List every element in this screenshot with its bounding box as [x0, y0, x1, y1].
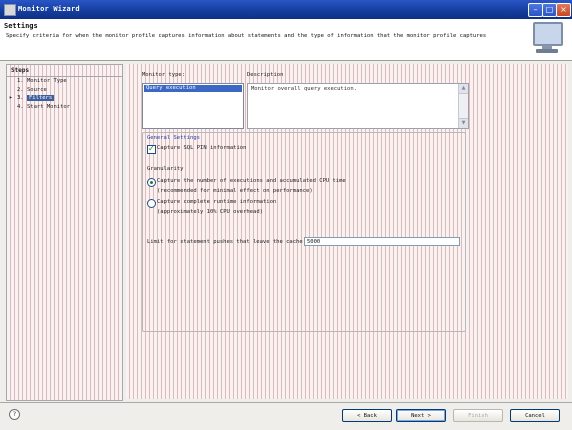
- steps-header: Steps: [7, 65, 122, 77]
- window-title: Monitor Wizard: [18, 5, 80, 13]
- step-number: 1.: [17, 78, 24, 84]
- step-item[interactable]: 4. Start Monitor: [7, 103, 122, 112]
- step-item[interactable]: ▸ 3. Filters: [7, 94, 122, 103]
- granularity-option-2-radio[interactable]: [147, 199, 156, 208]
- granularity-label: Granularity: [147, 166, 184, 172]
- granularity-option-1-label: Capture the number of executions and acc…: [157, 178, 346, 184]
- step-number: 3.: [17, 95, 24, 101]
- general-settings-group: General Settings ✓ Capture SQL PIN infor…: [142, 132, 466, 332]
- capture-sql-label: Capture SQL PIN information: [157, 145, 247, 151]
- finish-button[interactable]: Finish: [453, 409, 503, 422]
- scroll-down-icon[interactable]: ▼: [459, 118, 468, 128]
- granularity-option-2-note: (approximately 10% CPU overhead): [157, 209, 263, 215]
- step-label: Source: [27, 86, 47, 93]
- step-label: Filters: [27, 95, 55, 101]
- step-number: 2.: [17, 86, 24, 93]
- page-description: Specify criteria for when the monitor pr…: [6, 33, 487, 39]
- maximize-icon[interactable]: □: [542, 3, 557, 17]
- monitor-icon: [532, 22, 563, 56]
- step-item[interactable]: 2. Source: [7, 86, 122, 95]
- limit-label: Limit for statement pushes that leave th…: [147, 239, 303, 245]
- step-label: Start Monitor: [27, 103, 71, 110]
- step-label: Monitor Type: [27, 78, 67, 84]
- step-number: 4.: [17, 103, 24, 110]
- help-icon[interactable]: ?: [9, 409, 20, 420]
- current-step-arrow-icon: ▸: [9, 94, 13, 101]
- title-bar: Monitor Wizard – □ ×: [0, 0, 572, 20]
- limit-input[interactable]: 5000: [304, 237, 460, 246]
- checkbox-check-icon: ✓: [148, 144, 155, 153]
- capture-sql-checkbox[interactable]: ✓: [147, 144, 156, 154]
- back-button[interactable]: < Back: [342, 409, 392, 422]
- general-settings-title: General Settings: [147, 135, 200, 141]
- wizard-header: Settings Specify criteria for when the m…: [0, 19, 572, 61]
- granularity-option-1-note: (recommended for minimal effect on perfo…: [157, 188, 313, 194]
- step-item[interactable]: 1. Monitor Type: [7, 77, 122, 86]
- monitor-type-label: Monitor type:: [142, 72, 186, 78]
- cancel-button[interactable]: Cancel: [510, 409, 560, 422]
- monitor-type-list[interactable]: Query execution: [142, 83, 244, 129]
- steps-panel: Steps 1. Monitor Type 2. Source ▸ 3. Filters 4.…: [6, 64, 123, 401]
- page-title: Settings: [4, 22, 38, 30]
- monitor-type-item[interactable]: Query execution: [144, 85, 242, 92]
- description-box: Monitor overall query execution. ▲ ▼: [247, 83, 469, 129]
- close-icon[interactable]: ×: [556, 3, 571, 17]
- next-button[interactable]: Next >: [396, 409, 446, 422]
- app-icon: [4, 4, 16, 16]
- minimize-icon[interactable]: –: [528, 3, 543, 17]
- description-label: Description: [247, 72, 284, 78]
- radio-dot-icon: [150, 181, 153, 184]
- granularity-option-1-radio[interactable]: [147, 178, 156, 187]
- scroll-up-icon[interactable]: ▲: [459, 84, 468, 94]
- settings-content: Monitor type: Query execution Descriptio…: [126, 64, 568, 399]
- granularity-option-2-label: Capture complete runtime information: [157, 199, 277, 205]
- steps-list: 1. Monitor Type 2. Source ▸ 3. Filters 4. Start …: [7, 77, 122, 111]
- description-text: Monitor overall query execution.: [251, 86, 357, 92]
- footer-separator: [0, 402, 572, 403]
- description-scrollbar[interactable]: ▲ ▼: [458, 84, 468, 128]
